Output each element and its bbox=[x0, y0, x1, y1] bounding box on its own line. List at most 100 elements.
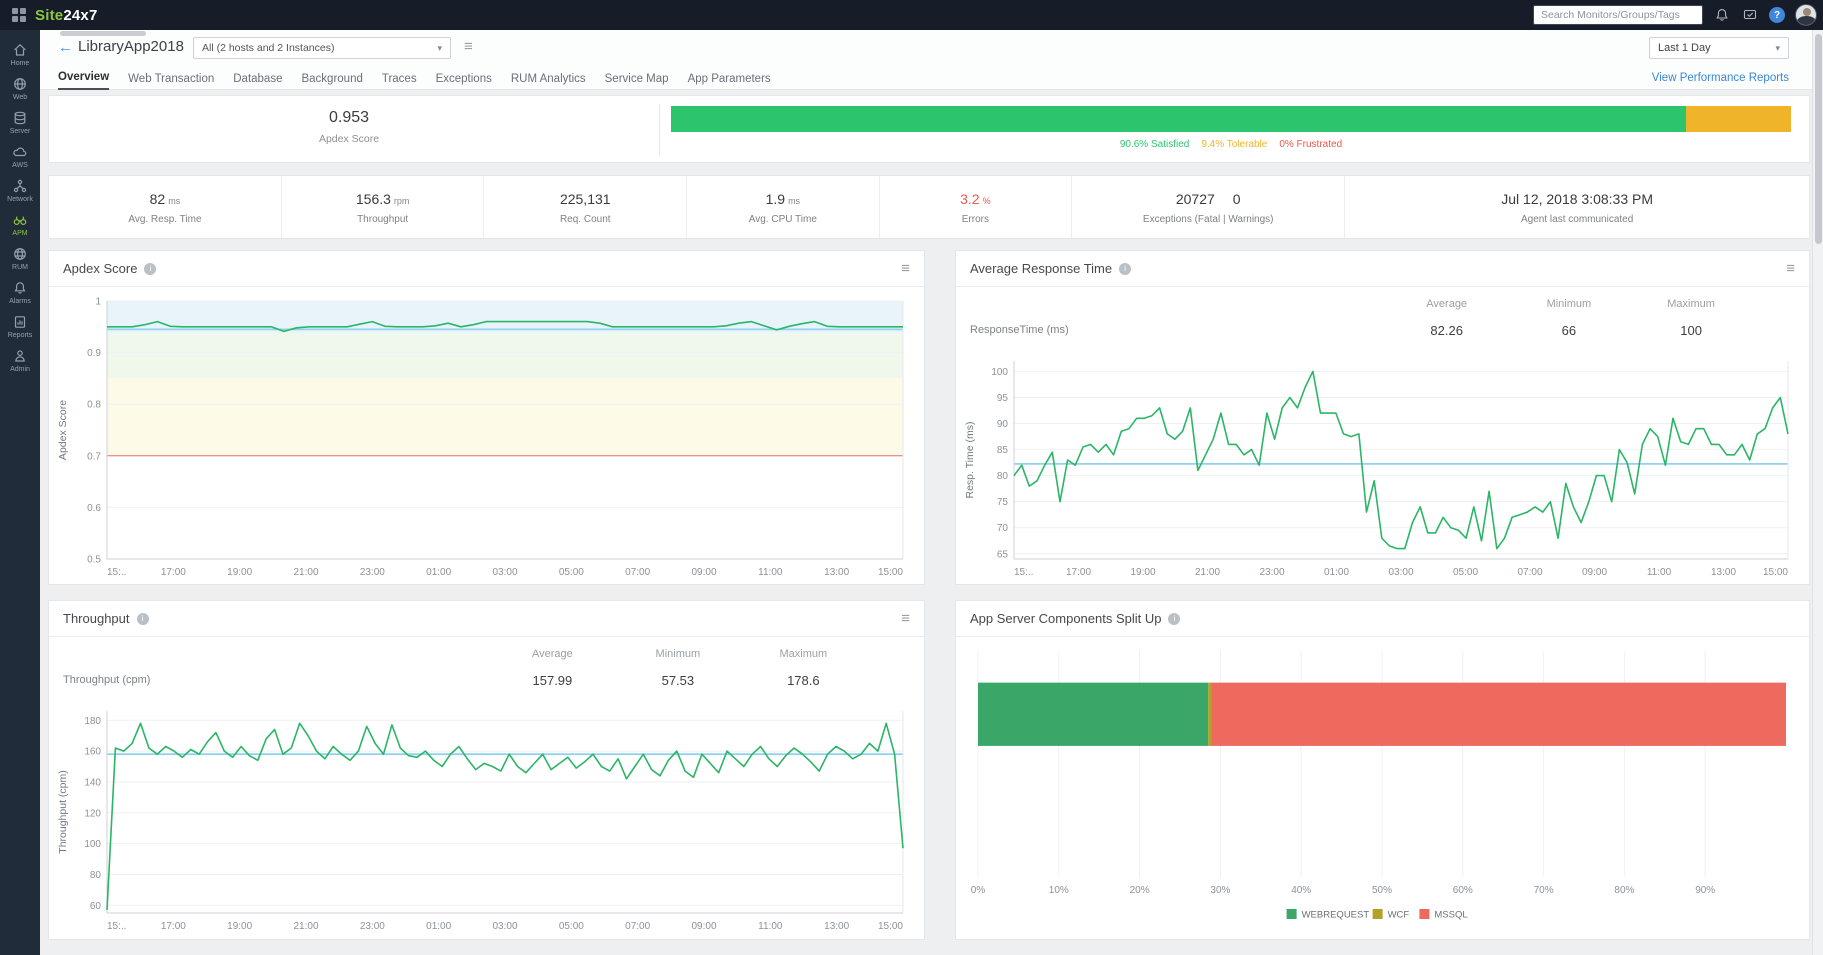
monitor-menu-icon[interactable]: ≡ bbox=[464, 39, 473, 54]
tab-service-map[interactable]: Service Map bbox=[605, 73, 669, 90]
top-navbar: Site24x7 ? bbox=[0, 0, 1823, 30]
svg-text:30%: 30% bbox=[1210, 885, 1230, 896]
svg-text:75: 75 bbox=[997, 497, 1009, 508]
svg-text:09:00: 09:00 bbox=[1582, 567, 1607, 578]
tab-database[interactable]: Database bbox=[233, 73, 282, 90]
sidebar-item-alarms[interactable]: Alarms bbox=[0, 276, 40, 309]
chevron-down-icon: ▾ bbox=[1775, 43, 1780, 54]
apps-grid-icon[interactable] bbox=[12, 8, 26, 22]
header-scroll-thumb[interactable] bbox=[60, 31, 146, 36]
sidebar-item-admin[interactable]: Admin bbox=[0, 344, 40, 377]
info-icon[interactable]: i bbox=[1168, 613, 1180, 625]
info-icon[interactable]: i bbox=[137, 613, 149, 625]
chevron-down-icon: ▾ bbox=[437, 43, 442, 54]
apdex-score-label: Apdex Score bbox=[49, 133, 649, 145]
tolerable-label: 9.4% Tolerable bbox=[1201, 139, 1267, 150]
svg-text:21:00: 21:00 bbox=[293, 567, 318, 578]
svg-text:09:00: 09:00 bbox=[691, 567, 716, 578]
page-header: ← LibraryApp2018 All (2 hosts and 2 Inst… bbox=[40, 30, 1823, 90]
view-performance-reports-link[interactable]: View Performance Reports bbox=[1652, 72, 1789, 84]
svg-text:80: 80 bbox=[90, 870, 102, 881]
time-range-selected: Last 1 Day bbox=[1658, 42, 1711, 54]
stats-header-minimum: Minimum bbox=[1508, 298, 1630, 310]
apdex-score-block: 0.953 Apdex Score bbox=[49, 96, 649, 164]
svg-text:90: 90 bbox=[997, 419, 1009, 430]
logo-site-text: Site bbox=[35, 7, 63, 24]
search-input[interactable] bbox=[1533, 5, 1703, 25]
svg-text:21:00: 21:00 bbox=[1195, 567, 1220, 578]
svg-text:0.6: 0.6 bbox=[87, 503, 101, 514]
help-icon[interactable]: ? bbox=[1769, 7, 1785, 23]
tab-web-transaction[interactable]: Web Transaction bbox=[128, 73, 214, 90]
sidebar-item-reports[interactable]: Reports bbox=[0, 310, 40, 343]
feedback-icon[interactable] bbox=[1741, 6, 1759, 24]
monitor-title: LibraryApp2018 bbox=[78, 38, 184, 55]
svg-text:0.5: 0.5 bbox=[87, 555, 101, 566]
sidebar-item-apm[interactable]: APM bbox=[0, 208, 40, 241]
page-scrollbar-thumb[interactable] bbox=[1815, 34, 1822, 244]
svg-text:WCF: WCF bbox=[1388, 910, 1410, 921]
apdex-distribution-bar bbox=[671, 106, 1791, 132]
svg-text:160: 160 bbox=[84, 747, 101, 758]
svg-text:100: 100 bbox=[84, 839, 101, 850]
throughput-panel-header: Throughput i ≡ bbox=[49, 601, 924, 637]
panel-menu-icon[interactable]: ≡ bbox=[901, 611, 910, 626]
svg-text:0.7: 0.7 bbox=[87, 451, 101, 462]
svg-text:21:00: 21:00 bbox=[293, 921, 318, 932]
svg-text:23:00: 23:00 bbox=[360, 567, 385, 578]
svg-text:Throughput (cpm): Throughput (cpm) bbox=[57, 770, 69, 853]
metric-agent-last-communicated: Jul 12, 2018 3:08:33 PM Agent last commu… bbox=[1345, 176, 1809, 238]
svg-text:80: 80 bbox=[997, 471, 1009, 482]
svg-text:01:00: 01:00 bbox=[426, 921, 451, 932]
tab-overview[interactable]: Overview bbox=[58, 71, 109, 90]
svg-text:50%: 50% bbox=[1372, 885, 1392, 896]
info-icon[interactable]: i bbox=[144, 263, 156, 275]
tab-exceptions[interactable]: Exceptions bbox=[436, 73, 492, 90]
sidebar-item-aws[interactable]: AWS bbox=[0, 140, 40, 173]
host-instance-select[interactable]: All (2 hosts and 2 Instances) ▾ bbox=[193, 37, 451, 59]
sidebar-item-server[interactable]: Server bbox=[0, 106, 40, 139]
tab-app-parameters[interactable]: App Parameters bbox=[688, 73, 771, 90]
rum-globe-icon bbox=[12, 246, 28, 262]
average-response-time-panel: Average Response Time i ≡ Average Minimu… bbox=[955, 250, 1810, 585]
panel-menu-icon[interactable]: ≡ bbox=[1786, 261, 1795, 276]
app-server-components-panel: App Server Components Split Up i 0%10%20… bbox=[955, 600, 1810, 940]
svg-text:15:..: 15:.. bbox=[107, 921, 126, 932]
sidebar-item-web[interactable]: Web bbox=[0, 72, 40, 105]
svg-text:95: 95 bbox=[997, 393, 1009, 404]
notifications-bell-icon[interactable] bbox=[1713, 6, 1731, 24]
info-icon[interactable]: i bbox=[1119, 263, 1131, 275]
host-instance-selected: All (2 hosts and 2 Instances) bbox=[202, 42, 335, 54]
tab-rum-analytics[interactable]: RUM Analytics bbox=[511, 73, 586, 90]
svg-text:11:00: 11:00 bbox=[758, 567, 783, 578]
site24x7-logo[interactable]: Site24x7 bbox=[35, 7, 97, 24]
svg-text:13:00: 13:00 bbox=[824, 567, 849, 578]
svg-text:40%: 40% bbox=[1291, 885, 1311, 896]
user-avatar[interactable] bbox=[1795, 4, 1817, 26]
response-time-chart: 1009590858075706515:..17:0019:0021:0023:… bbox=[962, 353, 1802, 581]
back-button[interactable]: ← bbox=[58, 39, 73, 56]
admin-person-icon bbox=[12, 348, 28, 364]
apdex-score-chart: 10.90.80.70.60.515:..17:0019:0021:0023:0… bbox=[55, 293, 917, 581]
svg-text:19:00: 19:00 bbox=[1130, 567, 1155, 578]
throughput-row-label: Throughput (cpm) bbox=[63, 674, 490, 686]
panel-menu-icon[interactable]: ≡ bbox=[901, 261, 910, 276]
sidebar-item-network[interactable]: Network bbox=[0, 174, 40, 207]
tab-background[interactable]: Background bbox=[301, 73, 362, 90]
svg-text:05:00: 05:00 bbox=[1453, 567, 1478, 578]
time-range-select[interactable]: Last 1 Day ▾ bbox=[1649, 37, 1789, 59]
network-icon bbox=[12, 178, 28, 194]
apdex-distribution: 90.6% Satisfied 9.4% Tolerable 0% Frustr… bbox=[671, 106, 1791, 150]
topbar-right-group: ? bbox=[1533, 0, 1817, 30]
sidebar-item-rum[interactable]: RUM bbox=[0, 242, 40, 275]
svg-text:17:00: 17:00 bbox=[161, 567, 186, 578]
svg-text:07:00: 07:00 bbox=[625, 921, 650, 932]
stats-header-average: Average bbox=[490, 648, 615, 660]
sidebar-item-home[interactable]: Home bbox=[0, 38, 40, 71]
svg-text:60%: 60% bbox=[1453, 885, 1473, 896]
throughput-minimum: 57.53 bbox=[615, 673, 740, 688]
svg-text:10%: 10% bbox=[1049, 885, 1069, 896]
svg-text:90%: 90% bbox=[1695, 885, 1715, 896]
svg-text:03:00: 03:00 bbox=[492, 567, 517, 578]
tab-traces[interactable]: Traces bbox=[382, 73, 417, 90]
